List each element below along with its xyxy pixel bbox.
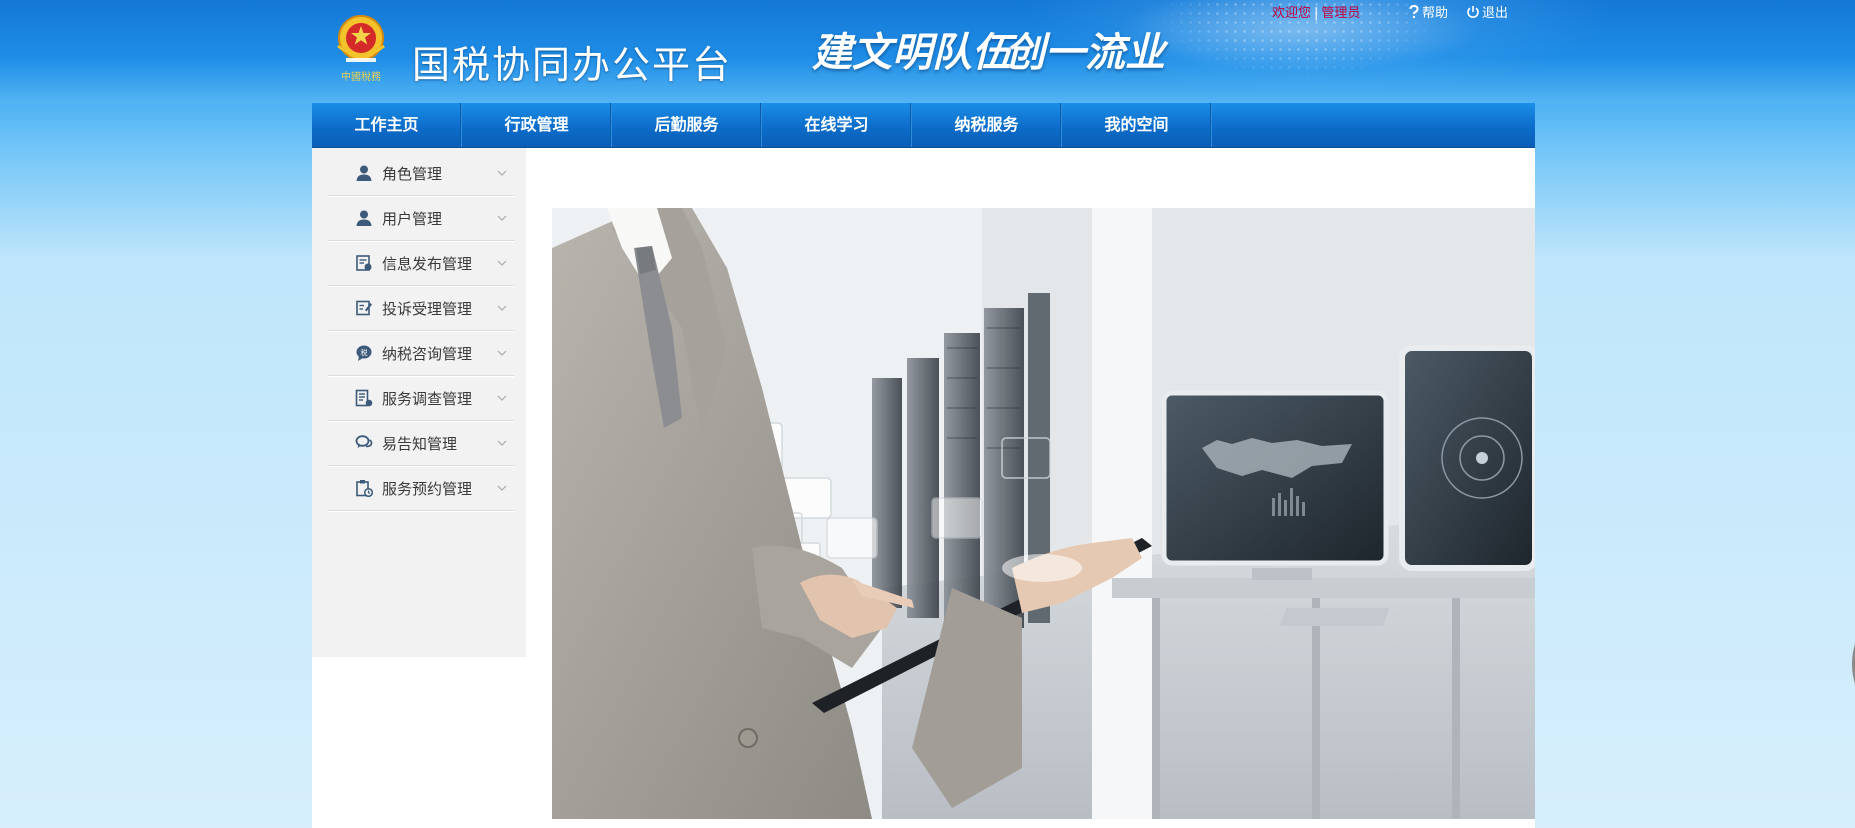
chevron-down-icon [497,215,507,221]
username-link[interactable]: 管理员 [1321,6,1360,21]
logout-label: 退出 [1482,6,1509,21]
edit-note-icon [354,298,374,318]
slogan-calligraphy-1: 建文明队伍 [812,29,1012,76]
logout-link[interactable]: 退出 [1466,2,1508,21]
survey-icon [354,388,374,408]
chevron-down-icon [497,440,507,446]
separator: | [1314,6,1319,21]
sidebar-item-complaint[interactable]: 投诉受理管理 [328,286,514,331]
chat-bubbles-icon [354,433,374,453]
businessman-tablet-illustration [552,208,1535,819]
hero-image [552,208,1535,819]
svg-text:中國稅務: 中國稅務 [341,70,381,83]
slogan-calligraphy-2: 创一流业 [1005,29,1165,76]
sidebar-item-label: 纳税咨询管理 [382,344,473,363]
sidebar-item-label: 易告知管理 [382,434,458,453]
sidebar-item-notice[interactable]: 易告知管理 [328,421,514,466]
sidebar-item-appointment[interactable]: 服务预约管理 [328,466,514,511]
app-title: 国税协同办公平台 [412,43,733,87]
sidebar-item-label: 用户管理 [382,209,443,228]
sidebar-item-label: 信息发布管理 [382,254,473,273]
main-nav: 工作主页 行政管理 后勤服务 在线学习 纳税服务 我的空间 [312,103,1535,148]
nav-item-my-space[interactable]: 我的空间 [1062,103,1212,147]
sidebar-item-label: 角色管理 [382,164,443,183]
chevron-down-icon [497,350,507,356]
user-icon [354,208,374,228]
chevron-down-icon [497,485,507,491]
clipboard-clock-icon [354,478,374,498]
sidebar-item-tax-consult[interactable]: 税 纳税咨询管理 [328,331,514,376]
user-icon [354,163,374,183]
sidebar-item-label: 服务预约管理 [382,479,473,498]
power-icon [1467,5,1479,18]
chevron-down-icon [497,170,507,176]
nav-item-home[interactable]: 工作主页 [312,103,462,147]
help-link[interactable]: 帮助 [1408,2,1448,21]
nav-item-taxpayer-service[interactable]: 纳税服务 [912,103,1062,147]
sidebar-menu: 角色管理 用户管理 信息发布管理 投诉受理管理 税 纳税咨询管理 服务调查管理 … [312,148,526,657]
chevron-down-icon [497,260,507,266]
scroll-edge-handle[interactable] [1849,644,1855,684]
question-mark-icon [1409,4,1419,18]
sidebar-item-label: 投诉受理管理 [382,299,473,318]
sidebar-item-label: 服务调查管理 [382,389,473,408]
nav-item-administration[interactable]: 行政管理 [462,103,612,147]
tax-emblem-icon: 中國稅務 [337,15,385,83]
header-banner: 中國稅務 国税协同办公平台 建文明队伍 创一流业 欢迎您 | 管理员 帮助 退出 [0,0,1855,104]
help-label: 帮助 [1422,6,1449,21]
sidebar-item-user-management[interactable]: 用户管理 [328,196,514,241]
nav-item-online-learning[interactable]: 在线学习 [762,103,912,147]
nav-item-logistics[interactable]: 后勤服务 [612,103,762,147]
chevron-down-icon [497,305,507,311]
sidebar-item-info-publish[interactable]: 信息发布管理 [328,241,514,286]
sidebar-item-role-management[interactable]: 角色管理 [328,151,514,196]
tax-chat-icon: 税 [354,343,374,363]
publish-icon [354,253,374,273]
welcome-text: 欢迎您 [1272,6,1312,21]
sidebar-item-service-survey[interactable]: 服务调查管理 [328,376,514,421]
chevron-down-icon [497,395,507,401]
svg-text:税: 税 [361,348,368,357]
user-welcome: 欢迎您 | 管理员 [1272,2,1360,21]
